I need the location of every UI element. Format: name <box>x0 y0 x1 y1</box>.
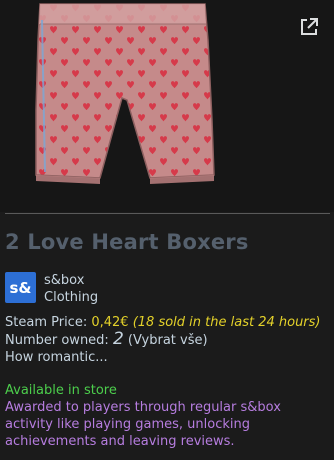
select-all-link[interactable]: (Vybrat vše) <box>128 333 208 348</box>
boxers-image <box>35 3 215 184</box>
external-link-icon[interactable] <box>298 16 320 38</box>
app-info: s& s&box Clothing <box>5 272 98 306</box>
item-info: Steam Price: 0,42€ (18 sold in the last … <box>5 314 331 366</box>
price-value: 0,42€ <box>91 315 129 330</box>
owned-count: 2 <box>112 329 124 349</box>
price-row: Steam Price: 0,42€ (18 sold in the last … <box>5 314 331 331</box>
store-info: Available in store Awarded to players th… <box>5 382 327 450</box>
acquire-note: Awarded to players through regular s&box… <box>5 400 281 449</box>
app-icon[interactable]: s& <box>5 272 36 303</box>
owned-row: Number owned: 2 (Vybrat vše) <box>5 331 331 349</box>
availability-text: Available in store <box>5 383 117 398</box>
price-note: (18 sold in the last 24 hours) <box>132 315 321 330</box>
item-description: How romantic... <box>5 350 108 365</box>
app-name: s&box <box>44 273 85 288</box>
price-label: Steam Price: <box>5 315 88 330</box>
item-title: 2 Love Heart Boxers <box>5 230 249 254</box>
owned-label: Number owned: <box>5 333 109 348</box>
divider <box>5 213 330 214</box>
item-image-area <box>0 0 334 212</box>
item-category: Clothing <box>44 290 99 305</box>
